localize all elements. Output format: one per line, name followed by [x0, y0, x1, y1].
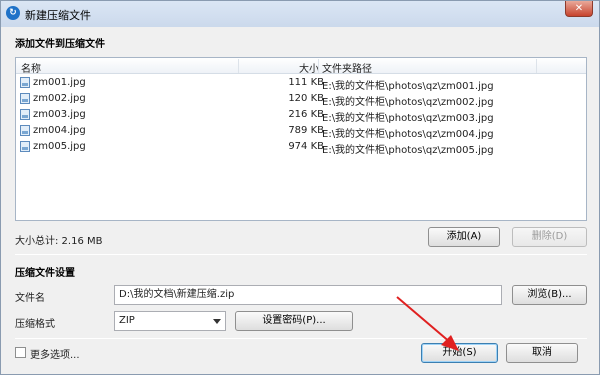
add-button[interactable]: 添加(A) — [428, 227, 500, 247]
file-row[interactable]: zm005.jpg 974 KB E:\我的文件柜\photos\qz\zm00… — [16, 139, 586, 156]
file-folder-path: E:\我的文件柜\photos\qz\zm004.jpg — [322, 129, 494, 140]
filename-input[interactable]: D:\我的文档\新建压缩.zip — [114, 285, 502, 305]
file-row[interactable]: zm002.jpg 120 KB E:\我的文件柜\photos\qz\zm00… — [16, 91, 586, 108]
title-bar[interactable]: ↻ 新建压缩文件 ✕ — [1, 1, 599, 27]
file-folder-path: E:\我的文件柜\photos\qz\zm005.jpg — [322, 145, 494, 156]
file-name: zm004.jpg — [33, 125, 86, 136]
file-size: 789 KB — [288, 125, 324, 136]
file-name: zm003.jpg — [33, 109, 86, 120]
footer-divider — [15, 338, 587, 339]
app-logo-icon: ↻ — [6, 6, 20, 20]
more-options-label[interactable]: 更多选项... — [30, 346, 80, 361]
image-file-icon — [20, 141, 30, 152]
file-row[interactable]: zm003.jpg 216 KB E:\我的文件柜\photos\qz\zm00… — [16, 107, 586, 124]
file-size: 216 KB — [288, 109, 324, 120]
file-name: zm001.jpg — [33, 77, 86, 88]
file-folder-path: E:\我的文件柜\photos\qz\zm002.jpg — [322, 97, 494, 108]
filename-label: 文件名 — [15, 293, 45, 304]
add-files-section-title: 添加文件到压缩文件 — [15, 39, 105, 50]
cancel-button[interactable]: 取消 — [506, 343, 578, 363]
file-size: 974 KB — [288, 141, 324, 152]
file-list-header: 名称 大小 文件夹路径 — [16, 58, 586, 75]
file-size: 111 KB — [288, 77, 324, 88]
section-divider — [15, 254, 587, 255]
column-header-size[interactable]: 大小 — [299, 60, 319, 75]
image-file-icon — [20, 77, 30, 88]
total-size-label: 大小总计: 2.16 MB — [15, 236, 103, 247]
image-file-icon — [20, 109, 30, 120]
column-divider — [238, 59, 239, 73]
delete-button[interactable]: 删除(D) — [512, 227, 587, 247]
column-header-name[interactable]: 名称 — [21, 60, 41, 75]
format-select[interactable]: ZIP — [114, 311, 226, 331]
column-divider — [318, 59, 319, 73]
browse-button[interactable]: 浏览(B)... — [512, 285, 587, 305]
file-name: zm002.jpg — [33, 93, 86, 104]
settings-section-title: 压缩文件设置 — [15, 268, 75, 279]
set-password-button[interactable]: 设置密码(P)... — [235, 311, 353, 331]
chevron-down-icon — [213, 319, 221, 324]
file-row[interactable]: zm004.jpg 789 KB E:\我的文件柜\photos\qz\zm00… — [16, 123, 586, 140]
file-row[interactable]: zm001.jpg 111 KB E:\我的文件柜\photos\qz\zm00… — [16, 75, 586, 92]
close-button[interactable]: ✕ — [565, 1, 593, 17]
new-archive-dialog: ↻ 新建压缩文件 ✕ 添加文件到压缩文件 名称 大小 文件夹路径 zm001.j… — [0, 0, 600, 375]
image-file-icon — [20, 93, 30, 104]
image-file-icon — [20, 125, 30, 136]
file-name: zm005.jpg — [33, 141, 86, 152]
column-header-folder[interactable]: 文件夹路径 — [322, 60, 372, 75]
more-options-checkbox[interactable] — [15, 347, 26, 358]
format-label: 压缩格式 — [15, 319, 55, 330]
format-selected-value: ZIP — [119, 315, 135, 326]
window-title: 新建压缩文件 — [25, 9, 91, 22]
start-button[interactable]: 开始(S) — [421, 343, 498, 363]
file-folder-path: E:\我的文件柜\photos\qz\zm003.jpg — [322, 113, 494, 124]
file-folder-path: E:\我的文件柜\photos\qz\zm001.jpg — [322, 81, 494, 92]
file-size: 120 KB — [288, 93, 324, 104]
file-list[interactable]: 名称 大小 文件夹路径 zm001.jpg 111 KB E:\我的文件柜\ph… — [15, 57, 587, 221]
column-divider — [536, 59, 537, 73]
